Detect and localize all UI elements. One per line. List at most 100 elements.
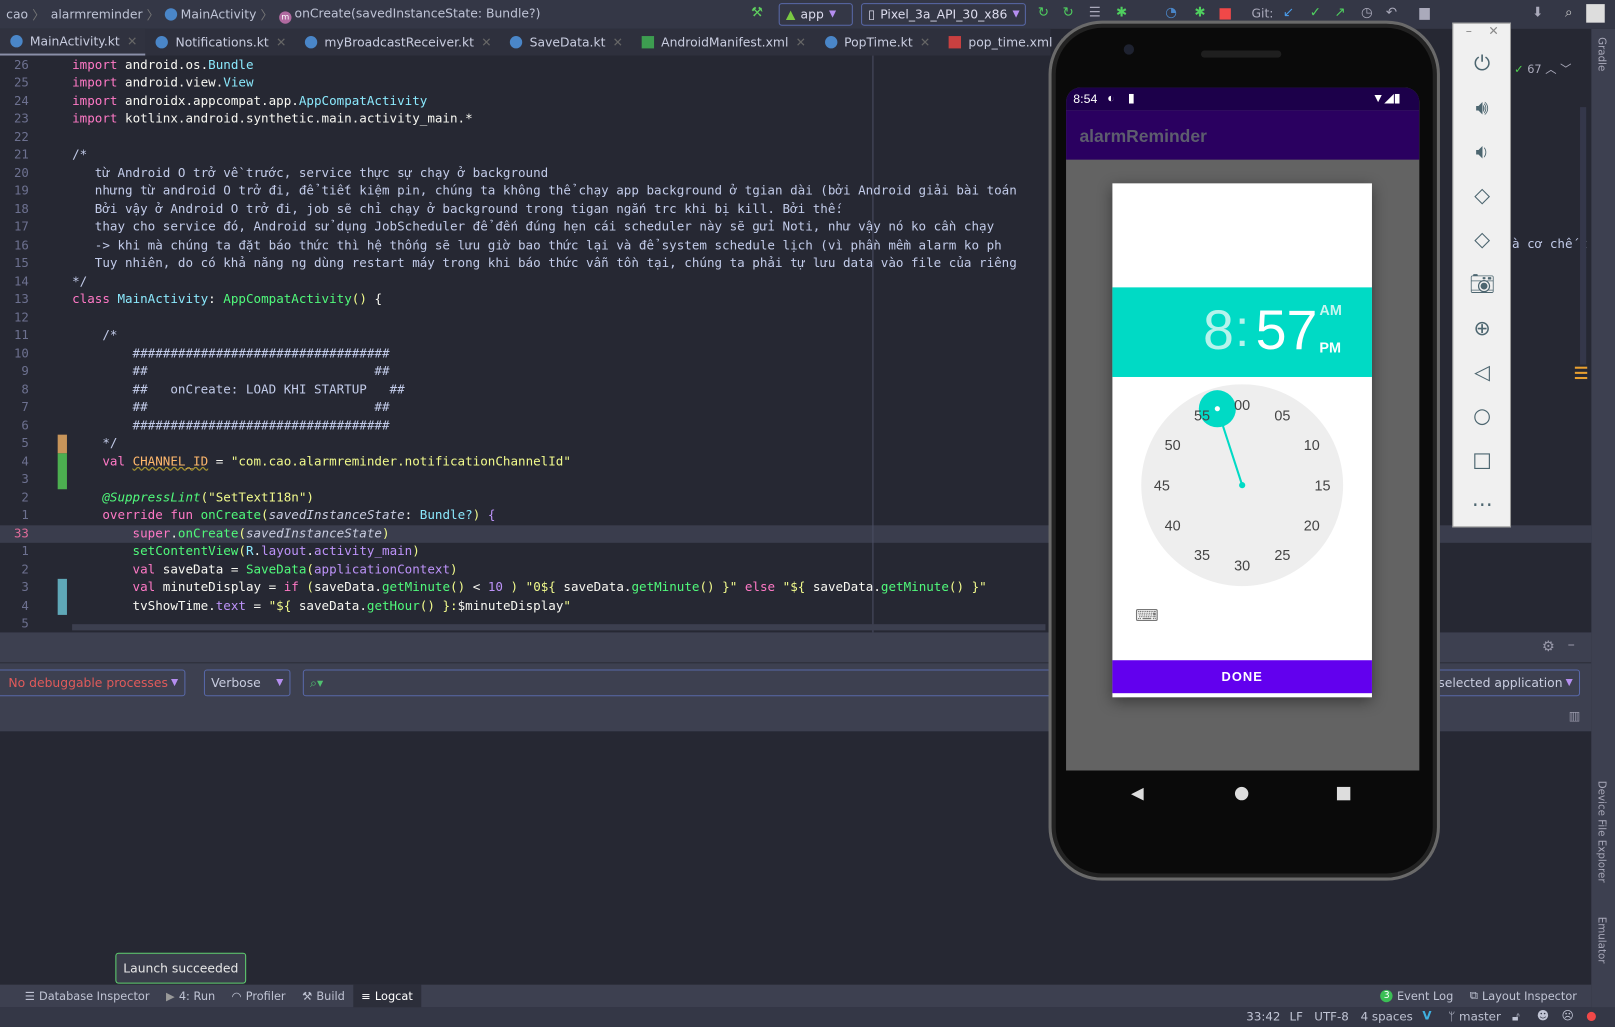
minute-display[interactable]: 57 [1256, 300, 1318, 362]
code-line[interactable]: Tuy nhiên, do có khả năng ng dùng restar… [72, 254, 1017, 272]
code-line[interactable]: -> khi mà chúng ta đặt báo thức thì hệ t… [72, 236, 1002, 254]
code-line[interactable]: nhưng từ android O trở đi, để tiết kiệm … [72, 182, 1017, 200]
clock-number[interactable]: 20 [1304, 518, 1320, 534]
close-tab-icon[interactable]: ✕ [920, 35, 930, 49]
code-line[interactable]: ## ## [72, 363, 390, 381]
keyboard-icon[interactable]: ⌨ [1135, 606, 1159, 626]
git-commit-icon[interactable]: ✓ [1308, 6, 1322, 20]
minimize-icon[interactable]: – [1466, 24, 1472, 38]
layout-inspector-button[interactable]: ⧉ Layout Inspector [1462, 985, 1586, 1008]
caret-position[interactable]: 33:42 [1246, 1009, 1280, 1023]
breadcrumb-package[interactable]: alarmreminder [51, 7, 143, 21]
zoom-icon[interactable]: ⊕ [1468, 313, 1497, 342]
file-encoding[interactable]: UTF-8 [1314, 1009, 1349, 1023]
code-line[interactable]: tvShowTime.text = "${ saveData.getHour()… [72, 597, 571, 615]
close-tab-icon[interactable]: ✕ [276, 35, 286, 49]
close-tab-icon[interactable]: ✕ [613, 35, 623, 49]
rollback-icon[interactable]: ↶ [1384, 6, 1398, 20]
breadcrumb-project[interactable]: cao [6, 7, 28, 21]
attach-debugger-icon[interactable]: ✱ [1193, 6, 1207, 20]
code-line[interactable]: ## ## [72, 399, 390, 417]
code-line[interactable]: class MainActivity: AppCompatActivity() … [72, 290, 382, 308]
home-icon[interactable] [1234, 786, 1249, 801]
code-line[interactable]: setContentView(R.layout.activity_main) [72, 543, 420, 561]
overview-icon[interactable]: □ [1468, 445, 1497, 474]
horizontal-scrollbar[interactable] [72, 624, 1046, 631]
rotate-left-icon[interactable]: ◇ [1468, 181, 1497, 210]
avatar[interactable] [1586, 4, 1605, 23]
breadcrumb-class[interactable]: MainActivity [165, 7, 256, 22]
back-icon[interactable]: ◀ [1131, 783, 1144, 803]
code-line[interactable]: ################################## [72, 417, 390, 435]
device-select[interactable]: ▯ Pixel_3a_API_30_x86 ▼ [861, 3, 1026, 26]
code-line[interactable]: override fun onCreate(savedInstanceState… [72, 507, 495, 525]
clock-number[interactable]: 40 [1165, 518, 1181, 534]
tab-androidmanifest-xml[interactable]: AndroidManifest.xml ✕ [631, 29, 814, 56]
close-icon[interactable]: ✕ [1488, 24, 1498, 38]
device-file-explorer-tab[interactable]: Device File Explorer [1595, 781, 1606, 883]
tab-mybroadcastreceiver-kt[interactable]: myBroadcastReceiver.kt ✕ [295, 29, 500, 56]
line-separator[interactable]: LF [1290, 1009, 1303, 1023]
history-icon[interactable]: ◷ [1360, 6, 1374, 20]
more-icon[interactable]: ⋯ [1468, 489, 1497, 518]
frown-icon[interactable]: ☹ [1561, 1008, 1573, 1022]
search-icon[interactable]: ⌕ [1561, 6, 1575, 20]
run-button[interactable]: ▶ 4: Run [158, 985, 224, 1008]
code-line[interactable]: import android.os.Bundle [72, 56, 253, 74]
volume-up-icon[interactable]: 🔊︎ [1468, 92, 1497, 121]
stop-icon[interactable] [1219, 8, 1231, 20]
git-branch[interactable]: ᛘ master [1448, 1009, 1501, 1023]
back-icon[interactable]: ◁ [1468, 357, 1497, 386]
code-line[interactable]: import kotlinx.android.synthetic.main.ac… [72, 110, 473, 128]
log-level-select[interactable]: Verbose ▼ [203, 669, 291, 697]
build-hammer-icon[interactable]: ⚒ [750, 6, 764, 20]
code-line[interactable]: import android.view.View [72, 74, 253, 92]
code-line[interactable]: từ Android O trở về trước, service thực … [72, 164, 548, 182]
close-tab-icon[interactable]: ✕ [481, 35, 491, 49]
tab-poptime-kt[interactable]: PopTime.kt ✕ [814, 29, 938, 56]
code-line[interactable]: thay cho service đó, Android sử dụng Job… [72, 218, 994, 236]
run-config-select[interactable]: ▲ app ▼ [778, 3, 853, 26]
clock-number[interactable]: 05 [1274, 409, 1290, 425]
code-line[interactable]: import androidx.appcompat.app.AppCompatA… [72, 92, 427, 110]
camera-icon[interactable]: 📷︎ [1468, 269, 1497, 298]
breadcrumb-method[interactable]: m onCreate(savedInstanceState: Bundle?) [279, 6, 540, 24]
debug-icon[interactable]: ✱ [1114, 6, 1128, 20]
clock-number[interactable]: 00 [1234, 398, 1250, 414]
rotate-right-icon[interactable]: ◇ [1468, 225, 1497, 254]
clock-number[interactable]: 50 [1165, 438, 1181, 454]
gradle-tab[interactable]: Gradle [1595, 37, 1606, 71]
clock-number[interactable]: 30 [1234, 559, 1250, 575]
clock-number[interactable]: 15 [1315, 478, 1331, 494]
sdk-manager-icon[interactable]: ⬇ [1531, 6, 1545, 20]
code-line[interactable]: @SuppressLint("SetTextI18n") [72, 489, 314, 507]
overview-icon[interactable] [1336, 786, 1351, 801]
database-inspector-button[interactable]: ☰ Database Inspector [16, 985, 157, 1008]
filter-select[interactable]: Show only selected application▼ [1421, 669, 1581, 697]
volume-down-icon[interactable]: 🔉︎ [1468, 137, 1497, 166]
indent-setting[interactable]: 4 spaces [1361, 1009, 1413, 1023]
clock-number[interactable]: 10 [1304, 438, 1320, 454]
smiley-icon[interactable]: ☻ [1537, 1008, 1549, 1022]
lock-icon[interactable]: 🔓︎ [1512, 1009, 1520, 1024]
vcs-change-marker[interactable] [57, 452, 67, 489]
emulator-tab[interactable]: Emulator [1595, 917, 1606, 964]
apply-changes-icon[interactable]: ↻ [1036, 6, 1050, 20]
coverage-icon[interactable]: ☰ [1088, 6, 1102, 20]
build-button[interactable]: ⚒ Build [294, 985, 353, 1008]
layout-icon[interactable]: ▥ [1569, 709, 1581, 723]
power-icon[interactable]: ⏻ [1468, 48, 1497, 77]
am-toggle[interactable]: AM [1319, 302, 1341, 318]
clock-number[interactable]: 45 [1154, 478, 1170, 494]
inspection-widget[interactable]: ✓ 67 ︿ ﹀ [1514, 61, 1571, 77]
minimize-icon[interactable]: – [1568, 637, 1575, 653]
git-push-icon[interactable]: ↗ [1333, 6, 1347, 20]
profiler-button[interactable]: ◠ Profiler [223, 985, 293, 1008]
gear-icon[interactable]: ⚙ [1542, 639, 1555, 655]
apply-code-changes-icon[interactable]: ↻ [1061, 6, 1075, 20]
vcs-change-marker[interactable] [57, 434, 67, 453]
vertical-scrollbar[interactable] [1580, 107, 1587, 365]
clock-number[interactable]: 35 [1194, 548, 1210, 564]
hour-display[interactable]: 8 [1203, 300, 1234, 362]
process-select[interactable]: No debuggable processes ▼ [0, 669, 186, 697]
